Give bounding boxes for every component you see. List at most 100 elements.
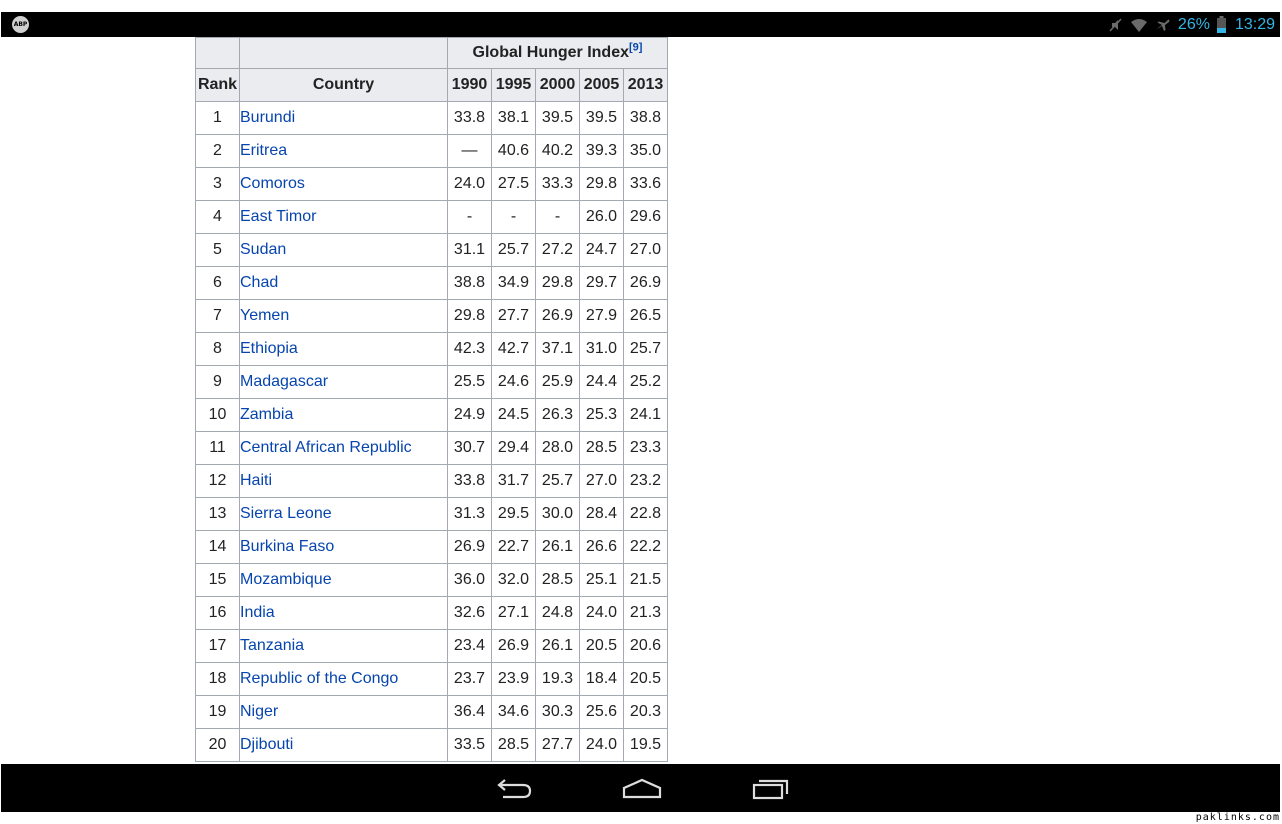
value-cell-1990: 23.7 <box>447 662 492 696</box>
android-screen: ABP 26% 13:29 Global Hunger Index[9] Ran… <box>0 0 1282 824</box>
recents-button[interactable] <box>749 776 793 802</box>
rank-cell: 4 <box>195 200 240 234</box>
value-cell-1990: 31.1 <box>447 233 492 267</box>
country-link[interactable]: East Timor <box>240 208 316 225</box>
country-link[interactable]: Central African Republic <box>240 439 412 456</box>
header-rank[interactable]: Rank <box>195 68 240 102</box>
rank-cell: 15 <box>195 563 240 597</box>
value-cell-2013: 27.0 <box>623 233 668 267</box>
table-body: 1 Burundi 33.8 38.1 39.5 39.5 38.8 2 Eritrea —40.… <box>195 101 668 762</box>
country-cell: Yemen <box>239 299 448 333</box>
value-cell-2013: 23.2 <box>623 464 668 498</box>
value-cell-2000: 33.3 <box>535 167 580 201</box>
value-cell-1995: 31.7 <box>491 464 536 498</box>
wifi-icon <box>1130 17 1148 33</box>
home-button[interactable] <box>620 776 664 802</box>
back-icon <box>497 779 532 799</box>
country-cell: Eritrea <box>239 134 448 168</box>
country-cell: Mozambique <box>239 563 448 597</box>
rank-cell: 16 <box>195 596 240 630</box>
country-link[interactable]: India <box>240 604 275 621</box>
value-cell-2013: 35.0 <box>623 134 668 168</box>
header-year-2013[interactable]: 2013 <box>623 68 668 102</box>
value-cell-2005: 28.5 <box>579 431 624 465</box>
value-cell-2000: 27.2 <box>535 233 580 267</box>
reference-link[interactable]: [9] <box>629 42 642 54</box>
value-cell-2005: 29.8 <box>579 167 624 201</box>
country-link[interactable]: Niger <box>240 703 278 720</box>
table-row: 9 Madagascar 25.5 24.6 25.9 24.4 25.2 <box>195 365 668 399</box>
country-link[interactable]: Burundi <box>240 109 295 126</box>
country-link[interactable]: Mozambique <box>240 571 332 588</box>
rank-cell: 20 <box>195 728 240 762</box>
country-cell: Madagascar <box>239 365 448 399</box>
mute-icon <box>1107 17 1123 33</box>
value-cell-1990: — <box>447 134 492 168</box>
country-cell: Haiti <box>239 464 448 498</box>
value-cell-1990: 42.3 <box>447 332 492 366</box>
country-link[interactable]: Zambia <box>240 406 293 423</box>
value-cell-2005: 25.1 <box>579 563 624 597</box>
value-cell-2000: 28.0 <box>535 431 580 465</box>
country-link[interactable]: Comoros <box>240 175 305 192</box>
value-cell-2000: 26.3 <box>535 398 580 432</box>
country-link[interactable]: Chad <box>240 274 278 291</box>
table-row: 8 Ethiopia 42.3 42.7 37.1 31.0 25.7 <box>195 332 668 366</box>
value-cell-2005: 29.7 <box>579 266 624 300</box>
value-cell-2000: 40.2 <box>535 134 580 168</box>
country-link[interactable]: Tanzania <box>240 637 304 654</box>
country-cell: Niger <box>239 695 448 729</box>
value-cell-1990: 24.9 <box>447 398 492 432</box>
country-cell: Sierra Leone <box>239 497 448 531</box>
country-link[interactable]: Yemen <box>240 307 289 324</box>
value-cell-2005: 25.3 <box>579 398 624 432</box>
rank-cell: 12 <box>195 464 240 498</box>
country-link[interactable]: Madagascar <box>240 373 328 390</box>
value-cell-2005: 26.0 <box>579 200 624 234</box>
value-cell-1990: 33.8 <box>447 464 492 498</box>
rank-cell: 6 <box>195 266 240 300</box>
header-year-2000[interactable]: 2000 <box>535 68 580 102</box>
header-country[interactable]: Country <box>239 68 448 102</box>
value-cell-1995: - <box>491 200 536 234</box>
global-hunger-index-table: Global Hunger Index[9] Rank Country 1990… <box>195 37 668 762</box>
table-row: 4 East Timor - - -26.0 29.6 <box>195 200 668 234</box>
table-row: 19 Niger 36.4 34.6 30.3 25.6 20.3 <box>195 695 668 729</box>
value-cell-2000: 26.1 <box>535 629 580 663</box>
value-cell-2000: 30.0 <box>535 497 580 531</box>
country-link[interactable]: Eritrea <box>240 142 287 159</box>
table-row: 15 Mozambique 36.0 32.0 28.5 25.1 21.5 <box>195 563 668 597</box>
rank-cell: 5 <box>195 233 240 267</box>
country-link[interactable]: Sierra Leone <box>240 505 332 522</box>
value-cell-2000: 26.9 <box>535 299 580 333</box>
country-link[interactable]: Ethiopia <box>240 340 298 357</box>
country-link[interactable]: Burkina Faso <box>240 538 334 555</box>
value-cell-1995: 27.7 <box>491 299 536 333</box>
country-cell: Comoros <box>239 167 448 201</box>
value-cell-2013: 20.3 <box>623 695 668 729</box>
back-button[interactable] <box>493 776 537 802</box>
country-link[interactable]: Djibouti <box>240 736 293 753</box>
header-year-1995[interactable]: 1995 <box>491 68 536 102</box>
watermark: paklinks.com <box>1195 812 1280 823</box>
country-link[interactable]: Republic of the Congo <box>240 670 398 687</box>
value-cell-1990: 30.7 <box>447 431 492 465</box>
table-row: 18 Republic of the Congo 23.7 23.9 19.3 18.4 2… <box>195 662 668 696</box>
header-year-2005[interactable]: 2005 <box>579 68 624 102</box>
rank-cell: 18 <box>195 662 240 696</box>
rank-cell: 8 <box>195 332 240 366</box>
ghi-table-container[interactable]: Global Hunger Index[9] Rank Country 1990… <box>195 37 668 764</box>
value-cell-2013: 26.9 <box>623 266 668 300</box>
value-cell-1990: 26.9 <box>447 530 492 564</box>
rank-cell: 19 <box>195 695 240 729</box>
value-cell-1990: 33.8 <box>447 101 492 135</box>
country-link[interactable]: Haiti <box>240 472 272 489</box>
value-cell-2000: 19.3 <box>535 662 580 696</box>
header-year-1990[interactable]: 1990 <box>447 68 492 102</box>
value-cell-1995: 42.7 <box>491 332 536 366</box>
value-cell-1995: 23.9 <box>491 662 536 696</box>
value-cell-2000: 30.3 <box>535 695 580 729</box>
country-link[interactable]: Sudan <box>240 241 286 258</box>
value-cell-1995: 27.5 <box>491 167 536 201</box>
value-cell-2013: 21.5 <box>623 563 668 597</box>
